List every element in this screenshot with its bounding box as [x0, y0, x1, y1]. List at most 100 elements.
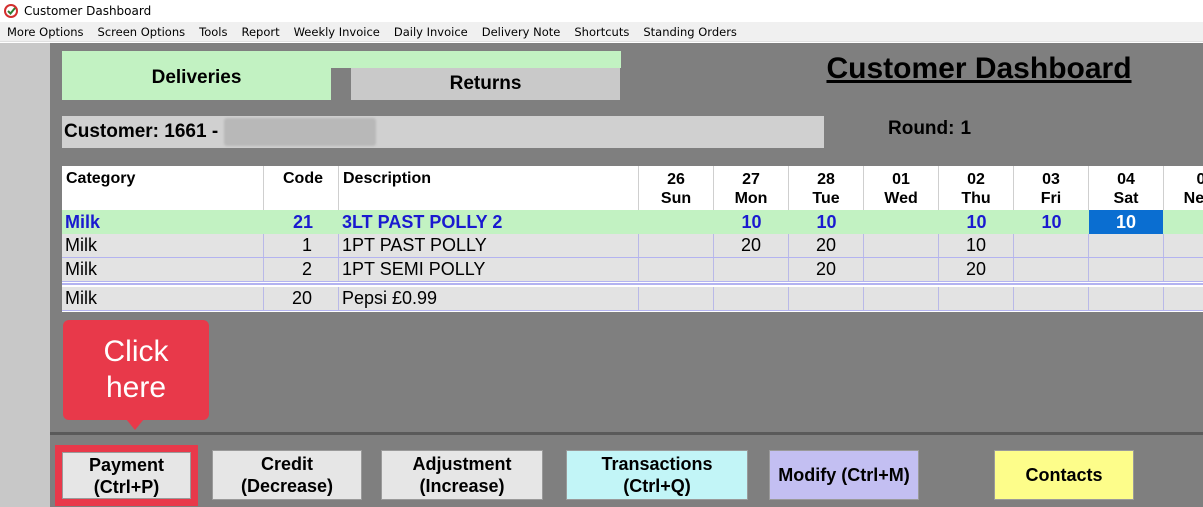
header-day-4[interactable]: 02 Thu: [939, 166, 1014, 210]
orders-grid[interactable]: Category Code Description 26 Sun 27 Mon 28…: [62, 166, 1203, 312]
header-day-5[interactable]: 03 Fri: [1014, 166, 1089, 210]
cell-qty[interactable]: 10: [939, 234, 1014, 257]
cell-qty[interactable]: [864, 210, 939, 234]
cell-qty[interactable]: [1164, 210, 1203, 234]
cell-qty-active[interactable]: 10: [1089, 210, 1163, 234]
header-day-1[interactable]: 27 Mon: [714, 166, 789, 210]
tab-deliveries[interactable]: Deliveries: [62, 51, 331, 100]
cell-qty[interactable]: [1014, 258, 1089, 281]
customer-label: Customer: 1661 -: [64, 121, 219, 142]
cell-qty[interactable]: [1089, 287, 1164, 310]
menu-delivery-note[interactable]: Delivery Note: [475, 25, 568, 39]
header-day-3[interactable]: 01 Wed: [864, 166, 939, 210]
cell-qty[interactable]: [1014, 287, 1089, 310]
contacts-button[interactable]: Contacts: [994, 450, 1134, 500]
payment-button-face[interactable]: Payment (Ctrl+P): [62, 452, 191, 499]
cell-category: Milk: [65, 211, 101, 232]
menu-screen-options[interactable]: Screen Options: [91, 25, 193, 39]
customer-name-redacted: [224, 118, 377, 146]
cell-qty[interactable]: [639, 234, 714, 257]
header-date: 01: [892, 171, 910, 188]
menu-report[interactable]: Report: [234, 25, 286, 39]
table-row[interactable]: Milk 2 1PT SEMI POLLY 20 20: [62, 258, 1203, 282]
cell-qty[interactable]: [1089, 234, 1164, 257]
cell-qty[interactable]: 10: [939, 210, 1014, 234]
cell-qty[interactable]: [714, 258, 789, 281]
header-code[interactable]: Code: [264, 166, 339, 210]
header-date: 04: [1117, 171, 1135, 188]
menu-shortcuts[interactable]: Shortcuts: [567, 25, 636, 39]
modify-button[interactable]: Modify (Ctrl+M): [769, 450, 919, 500]
cell-qty[interactable]: 20: [789, 234, 864, 257]
cell-description: 1PT PAST POLLY: [339, 234, 639, 257]
cell-qty[interactable]: 10: [789, 210, 864, 234]
menu-more-options[interactable]: More Options: [0, 25, 91, 39]
menu-tools[interactable]: Tools: [192, 25, 234, 39]
header-day-6[interactable]: 04 Sat: [1089, 166, 1164, 210]
round-info: Round: 1: [888, 118, 971, 140]
cell-qty[interactable]: [639, 287, 714, 310]
header-day-7[interactable]: 0 Next: [1164, 166, 1203, 210]
menu-daily-invoice[interactable]: Daily Invoice: [387, 25, 475, 39]
table-row-selected[interactable]: Milk 21 3LT PAST POLLY 2 10 10 10 10 10: [62, 210, 1203, 234]
cell-qty[interactable]: [1164, 234, 1203, 257]
cell-qty[interactable]: [864, 287, 939, 310]
bottom-divider: [50, 432, 1203, 435]
cell-qty[interactable]: [789, 287, 864, 310]
header-weekday: Fri: [1040, 190, 1062, 207]
menu-standing-orders[interactable]: Standing Orders: [636, 25, 744, 39]
cell-qty[interactable]: [1014, 234, 1089, 257]
credit-button-label: Credit: [260, 454, 313, 474]
table-row[interactable]: Milk 20 Pepsi £0.99: [62, 287, 1203, 311]
cell-qty[interactable]: [939, 287, 1014, 310]
click-here-callout: Click here: [63, 320, 209, 420]
contacts-button-label: Contacts: [1025, 465, 1103, 485]
adjustment-button-label: Adjustment: [412, 454, 512, 474]
callout-line-2: here: [105, 371, 167, 404]
cell-qty[interactable]: [1164, 258, 1203, 281]
header-date: 03: [1042, 171, 1060, 188]
payment-button[interactable]: Payment (Ctrl+P): [55, 445, 198, 506]
grid-header: Category Code Description 26 Sun 27 Mon 28…: [62, 166, 1203, 210]
cell-qty[interactable]: 10: [1014, 210, 1089, 234]
cell-qty[interactable]: [1089, 258, 1164, 281]
credit-button[interactable]: Credit (Decrease): [212, 450, 362, 500]
header-weekday: Wed: [884, 190, 918, 207]
menu-bar: More Options Screen Options Tools Report…: [0, 22, 1203, 42]
tab-returns[interactable]: Returns: [351, 68, 620, 100]
cell-qty[interactable]: [639, 210, 714, 234]
header-date: 0: [1196, 171, 1203, 188]
adjustment-button[interactable]: Adjustment (Increase): [381, 450, 543, 500]
cell-qty[interactable]: 20: [789, 258, 864, 281]
menu-weekly-invoice[interactable]: Weekly Invoice: [287, 25, 387, 39]
cell-qty[interactable]: [714, 287, 789, 310]
cell-qty[interactable]: 20: [714, 234, 789, 257]
cell-category: Milk: [62, 258, 264, 281]
header-day-2[interactable]: 28 Tue: [789, 166, 864, 210]
cell-qty[interactable]: [1164, 287, 1203, 310]
cell-qty[interactable]: 10: [714, 210, 789, 234]
row-separator: [62, 283, 1203, 285]
table-row[interactable]: Milk 1 1PT PAST POLLY 20 20 10: [62, 234, 1203, 258]
cell-category: Milk: [62, 234, 264, 257]
header-category[interactable]: Category: [62, 166, 264, 210]
callout-pointer-icon: [126, 419, 144, 430]
transactions-button[interactable]: Transactions (Ctrl+Q): [566, 450, 748, 500]
customer-dashboard-window: Customer Dashboard More Options Screen O…: [0, 0, 1203, 507]
round-value: 1: [960, 118, 972, 139]
left-strip: [0, 43, 50, 507]
header-weekday: Sun: [660, 190, 692, 207]
header-weekday: Mon: [734, 190, 768, 207]
title-bar: Customer Dashboard: [0, 0, 1203, 22]
cell-qty[interactable]: [864, 234, 939, 257]
header-day-0[interactable]: 26 Sun: [639, 166, 714, 210]
cell-code: 21: [292, 211, 313, 232]
cell-qty[interactable]: 20: [939, 258, 1014, 281]
cell-qty[interactable]: [864, 258, 939, 281]
header-description[interactable]: Description: [339, 166, 639, 210]
cell-qty[interactable]: [639, 258, 714, 281]
header-weekday: Next: [1183, 190, 1203, 207]
payment-button-shortcut: (Ctrl+P): [93, 476, 160, 497]
adjustment-button-sublabel: (Increase): [419, 476, 505, 496]
callout-line-1: Click: [103, 335, 169, 368]
